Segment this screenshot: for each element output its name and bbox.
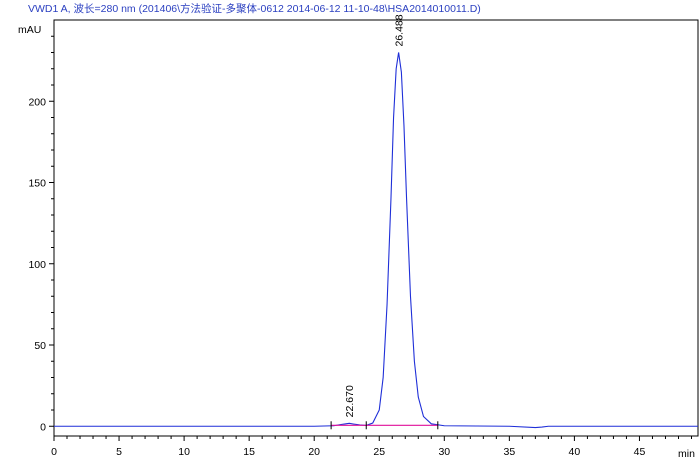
x-axis: 0 5 10 15 20 25 30 35 40 45 [51, 436, 692, 458]
x-tick-label: 0 [51, 446, 57, 458]
x-tick-label: 30 [438, 446, 450, 458]
y-tick-label: 100 [28, 259, 46, 271]
y-axis: 0 50 100 150 200 [28, 35, 54, 433]
y-tick-label: 0 [40, 421, 46, 433]
x-tick-label: 40 [569, 446, 581, 458]
x-tick-label: 15 [243, 446, 255, 458]
x-tick-label: 45 [634, 446, 646, 458]
y-tick-label: 200 [28, 96, 46, 108]
x-tick-label: 10 [178, 446, 190, 458]
x-tick-label: 20 [308, 446, 320, 458]
y-tick-label: 150 [28, 178, 46, 190]
x-tick-label: 35 [504, 446, 516, 458]
chromatogram-chart: mAU min 050100150200 0 5 10 15 20 25 30 35 40 45 … [18, 14, 699, 460]
peak-retention-label: 22.670 [344, 385, 356, 417]
x-tick-label: 5 [116, 446, 122, 458]
peak-retention-label: 26.488 [394, 14, 406, 46]
x-tick-label: 25 [373, 446, 385, 458]
plot-frame [53, 19, 699, 437]
x-axis-unit-label: min [678, 448, 695, 460]
y-tick-label: 50 [34, 340, 46, 352]
y-axis-unit-label: mAU [18, 24, 41, 36]
